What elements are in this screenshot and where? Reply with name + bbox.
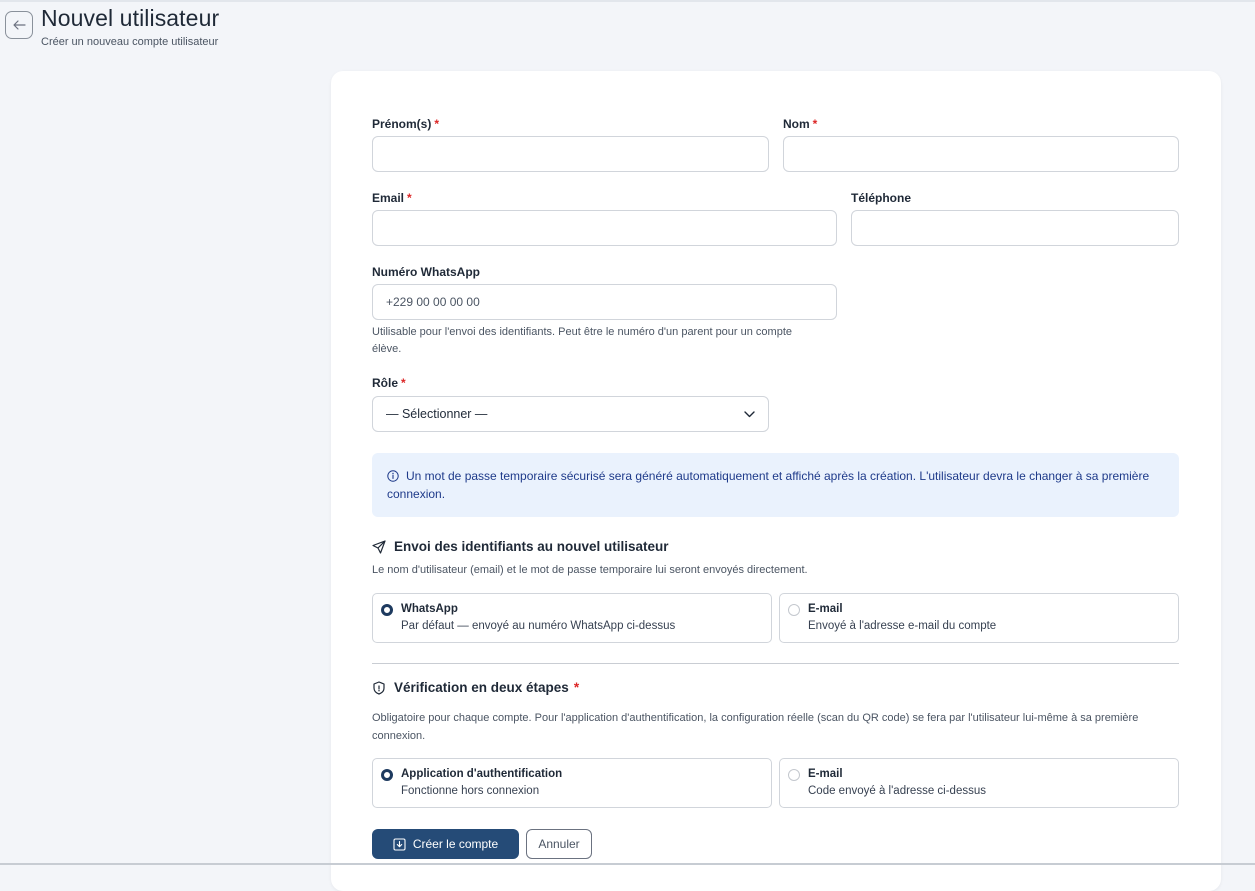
last-name-input[interactable] [783,136,1179,172]
shield-icon [373,680,385,695]
chevron-down-icon [744,410,755,417]
last-name-label: Nom * [783,117,817,131]
email-label: Email * [372,191,412,205]
role-label-text: Rôle [372,376,399,390]
back-button[interactable] [5,11,33,39]
two-factor-title-text: Vérification en deux étapes [394,680,569,695]
arrow-left-icon [12,20,26,30]
two-factor-description: Obligatoire pour chaque compte. Pour l'a… [372,709,1138,745]
required-mark: * [407,191,412,205]
create-account-button[interactable]: Créer le compte [372,829,519,859]
phone-input[interactable] [851,210,1179,246]
credentials-section-title: Envoi des identifiants au nouvel utilisa… [372,539,669,554]
whatsapp-help-line: Utilisable pour l'envoi des identifiants… [372,326,793,338]
radio-unchecked[interactable] [788,604,800,616]
section-divider [372,663,1179,664]
radio-unchecked[interactable] [788,769,800,781]
option-description: Fonctionne hors connexion [401,785,540,797]
whatsapp-help: Utilisable pour l'envoi des identifiants… [372,324,792,358]
page-subtitle: Créer un nouveau compte utilisateur [41,36,219,48]
option-title: WhatsApp [401,603,458,615]
two-factor-option-authenticator[interactable]: Application d'authentification Fonctionn… [372,758,772,808]
send-icon [372,539,386,554]
two-factor-section-title: Vérification en deux étapes * [372,680,579,695]
last-name-label-text: Nom [783,117,810,131]
two-factor-description-line: connexion. [372,730,426,742]
password-info-box: Un mot de passe temporaire sécurisé sera… [372,453,1179,517]
top-border [0,0,1255,2]
required-mark: * [434,117,440,131]
option-title: E-mail [808,768,843,780]
option-title: Application d'authentification [401,768,563,780]
first-name-label: Prénom(s) * [372,117,439,131]
role-select[interactable]: — Sélectionner — [372,396,769,432]
option-description: Par défaut — envoyé au numéro WhatsApp c… [401,620,676,632]
radio-checked[interactable] [381,769,393,781]
whatsapp-help-line: élève. [372,343,402,355]
radio-checked[interactable] [381,604,393,616]
cancel-button[interactable]: Annuler [526,829,592,859]
phone-label: Téléphone [851,191,912,205]
whatsapp-label: Numéro WhatsApp [372,265,480,279]
credentials-option-email[interactable]: E-mail Envoyé à l'adresse e-mail du comp… [779,593,1179,643]
email-input[interactable] [372,210,837,246]
whatsapp-input[interactable] [372,284,837,320]
option-title: E-mail [808,603,843,615]
credentials-title-text: Envoi des identifiants au nouvel utilisa… [394,539,669,554]
password-info-text: Un mot de passe temporaire sécurisé sera… [387,469,1150,501]
credentials-description: Le nom d'utilisateur (email) et le mot d… [372,564,808,576]
first-name-input[interactable] [372,136,769,172]
form-card: Prénom(s) * Nom * Email * Téléphone Numéro … [331,71,1221,891]
role-label: Rôle * [372,376,406,390]
email-label-text: Email [372,191,405,205]
info-circle-icon [387,470,399,482]
role-selected-value: — Sélectionner — [386,407,488,421]
required-mark: * [812,117,818,131]
option-description: Code envoyé à l'adresse ci-dessus [808,785,986,797]
two-factor-description-line: Obligatoire pour chaque compte. Pour l'a… [372,712,1139,724]
first-name-label-text: Prénom(s) [372,117,432,131]
option-description: Envoyé à l'adresse e-mail du compte [808,620,997,632]
save-icon [393,837,406,851]
credentials-option-whatsapp[interactable]: WhatsApp Par défaut — envoyé au numéro W… [372,593,772,643]
required-mark: * [401,376,406,390]
create-account-label: Créer le compte [412,837,499,851]
required-mark: * [573,680,580,695]
page-title: Nouvel utilisateur [41,5,220,31]
two-factor-option-email[interactable]: E-mail Code envoyé à l'adresse ci-dessus [779,758,1179,808]
